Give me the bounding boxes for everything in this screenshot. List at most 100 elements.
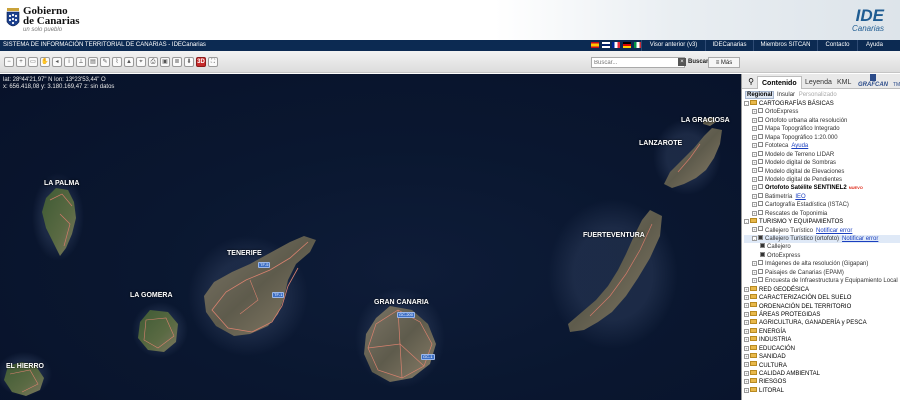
expand-icon[interactable]: + (744, 362, 749, 368)
layer-row[interactable]: + OrtoExpress (744, 108, 900, 116)
collapse-icon[interactable]: - (744, 219, 749, 225)
nav-miembros-sitcan[interactable]: Miembros SITCAN (753, 40, 817, 51)
nav-ayuda[interactable]: Ayuda (857, 40, 891, 51)
layer-row[interactable]: - Callejero Turístico (ortofoto) Notificar… (744, 234, 900, 244)
layer-row[interactable]: + Fototeca Ayuda (744, 142, 900, 150)
layer-row[interactable]: + Rescates de Toponimia (744, 209, 900, 218)
layer-checkbox[interactable] (758, 175, 763, 181)
expand-icon[interactable]: + (744, 328, 749, 334)
layer-row[interactable]: OrtoExpress (744, 251, 900, 260)
expand-icon[interactable]: + (744, 311, 749, 317)
expand-icon[interactable]: + (752, 278, 757, 284)
measure-icon[interactable]: ⟂ (76, 57, 86, 67)
layer-checkbox[interactable] (758, 150, 763, 156)
expand-icon[interactable]: + (752, 168, 757, 174)
map-canvas[interactable]: lat: 28º44'21,97" N lon: 13º23'53,44" O … (0, 74, 741, 400)
tab-contenido[interactable]: Contenido (757, 76, 802, 89)
download-icon[interactable]: ⬇ (184, 57, 194, 67)
layer-row[interactable]: + Batimetría IEO (744, 192, 900, 201)
expand-icon[interactable]: + (744, 379, 749, 385)
expand-icon[interactable]: + (752, 269, 757, 275)
layer-row[interactable]: + Encuesta de Infraestructura y Equipamie… (744, 277, 900, 285)
flag-english[interactable] (601, 42, 610, 48)
layer-row[interactable]: + Mapa Topográfico Integrado (744, 125, 900, 133)
layer-row[interactable]: + Cartografía Estadística (ISTAC) (744, 201, 900, 209)
expand-icon[interactable]: + (752, 109, 757, 115)
layer-row[interactable]: + Modelo de Terreno LIDAR (744, 150, 900, 159)
layer-checkbox[interactable] (758, 133, 763, 139)
layer-group-row[interactable]: + CARACTERIZACIÓN DEL SUELO (744, 293, 900, 302)
layer-checkbox[interactable] (758, 125, 763, 131)
layer-row[interactable]: + Paisajes de Canarias (EPAM) (744, 268, 900, 277)
layer-row[interactable]: Callejero (744, 243, 900, 251)
layer-checkbox[interactable] (758, 108, 763, 114)
layer-group-row[interactable]: + AGRICULTURA, GANADERÍA y PESCA (744, 319, 900, 327)
layer-link[interactable]: IEO (795, 194, 805, 200)
subtab-insular[interactable]: Insular (776, 92, 796, 98)
layer-link[interactable]: Notificar error (842, 236, 878, 242)
layer-row[interactable]: + Mapa Topográfico 1:20.000 (744, 133, 900, 142)
layer-group-row[interactable]: + LITORAL (744, 386, 900, 395)
layer-checkbox[interactable] (758, 260, 763, 266)
layer-checkbox[interactable] (758, 226, 763, 232)
zoom-out-icon[interactable]: − (4, 57, 14, 67)
print-icon[interactable]: ⎙ (148, 57, 158, 67)
expand-icon[interactable]: + (744, 286, 749, 292)
layer-group-row[interactable]: + ENERGÍA (744, 327, 900, 336)
nav-contacto[interactable]: Contacto (817, 40, 857, 51)
layer-row[interactable]: + Imágenes de alta resolución (Gigapan) (744, 260, 900, 268)
layer-group-row[interactable]: + ORDENACIÓN DEL TERRITORIO (744, 302, 900, 311)
collapse-icon[interactable]: - (752, 235, 757, 241)
ruler-icon[interactable]: ▤ (88, 57, 98, 67)
layer-checkbox[interactable] (760, 243, 765, 249)
layer-group-row[interactable]: + RED GEODÉSICA (744, 285, 900, 294)
tab-leyenda[interactable]: Leyenda (801, 76, 836, 89)
pencil-icon[interactable]: ✎ (100, 57, 110, 67)
expand-icon[interactable]: + (752, 210, 757, 216)
expand-icon[interactable]: + (744, 294, 749, 300)
more-button[interactable]: ≡ Más (708, 57, 740, 68)
expand-icon[interactable]: + (752, 126, 757, 132)
layer-checkbox[interactable] (758, 158, 763, 164)
location-icon[interactable]: ⌖ (136, 57, 146, 67)
expand-icon[interactable]: + (752, 202, 757, 208)
expand-icon[interactable]: + (744, 345, 749, 351)
expand-icon[interactable]: + (744, 337, 749, 343)
3d-view-button[interactable]: 3D (196, 57, 206, 67)
layer-checkbox[interactable] (758, 201, 763, 207)
expand-icon[interactable]: + (752, 176, 757, 182)
layer-row[interactable]: + Ortofoto Satélite SENTINEL2 NUEVO (744, 184, 900, 192)
subtab-personalizado[interactable]: Personalizado (798, 92, 838, 98)
fullscreen-icon[interactable]: ⛶ (208, 57, 218, 67)
layer-group-row[interactable]: - CARTOGRAFÍAS BÁSICAS (744, 99, 900, 108)
layer-group-row[interactable]: + ÁREAS PROTEGIDAS (744, 310, 900, 319)
layer-checkbox[interactable] (758, 167, 763, 173)
expand-icon[interactable]: + (744, 320, 749, 326)
layer-group-row[interactable]: + EDUCACIÓN (744, 344, 900, 353)
expand-icon[interactable]: + (752, 143, 757, 149)
nav-visor-anterior[interactable]: Visor anterior (v3) (641, 40, 705, 51)
layer-checkbox[interactable] (758, 268, 763, 274)
layer-link[interactable]: Notificar error (816, 228, 852, 234)
expand-icon[interactable]: + (744, 354, 749, 360)
collapse-icon[interactable]: - (744, 100, 749, 106)
expand-icon[interactable]: + (752, 151, 757, 157)
layer-link[interactable]: Ayuda (791, 143, 808, 149)
terrain-icon[interactable]: ▲ (124, 57, 134, 67)
info-icon[interactable]: i (64, 57, 74, 67)
layer-checkbox[interactable] (760, 251, 765, 257)
hand-pan-icon[interactable]: ✋ (40, 57, 50, 67)
overview-icon[interactable]: ▣ (160, 57, 170, 67)
layer-group-row[interactable]: + SANIDAD (744, 353, 900, 361)
expand-icon[interactable]: + (752, 227, 757, 233)
profile-icon[interactable]: ⌇ (112, 57, 122, 67)
expand-icon[interactable]: + (752, 261, 757, 267)
layer-group-row[interactable]: + RIESGOS (744, 378, 900, 386)
layer-row[interactable]: + Ortofoto urbana alta resolución (744, 116, 900, 125)
layer-checkbox[interactable] (758, 209, 763, 215)
layer-checkbox[interactable] (758, 142, 763, 148)
subtab-regional[interactable]: Regional (745, 91, 775, 99)
layer-row[interactable]: + Modelo digital de Sombras (744, 158, 900, 167)
layer-group-row[interactable]: + CULTURA (744, 361, 900, 370)
search-button[interactable]: Buscar (686, 57, 710, 68)
